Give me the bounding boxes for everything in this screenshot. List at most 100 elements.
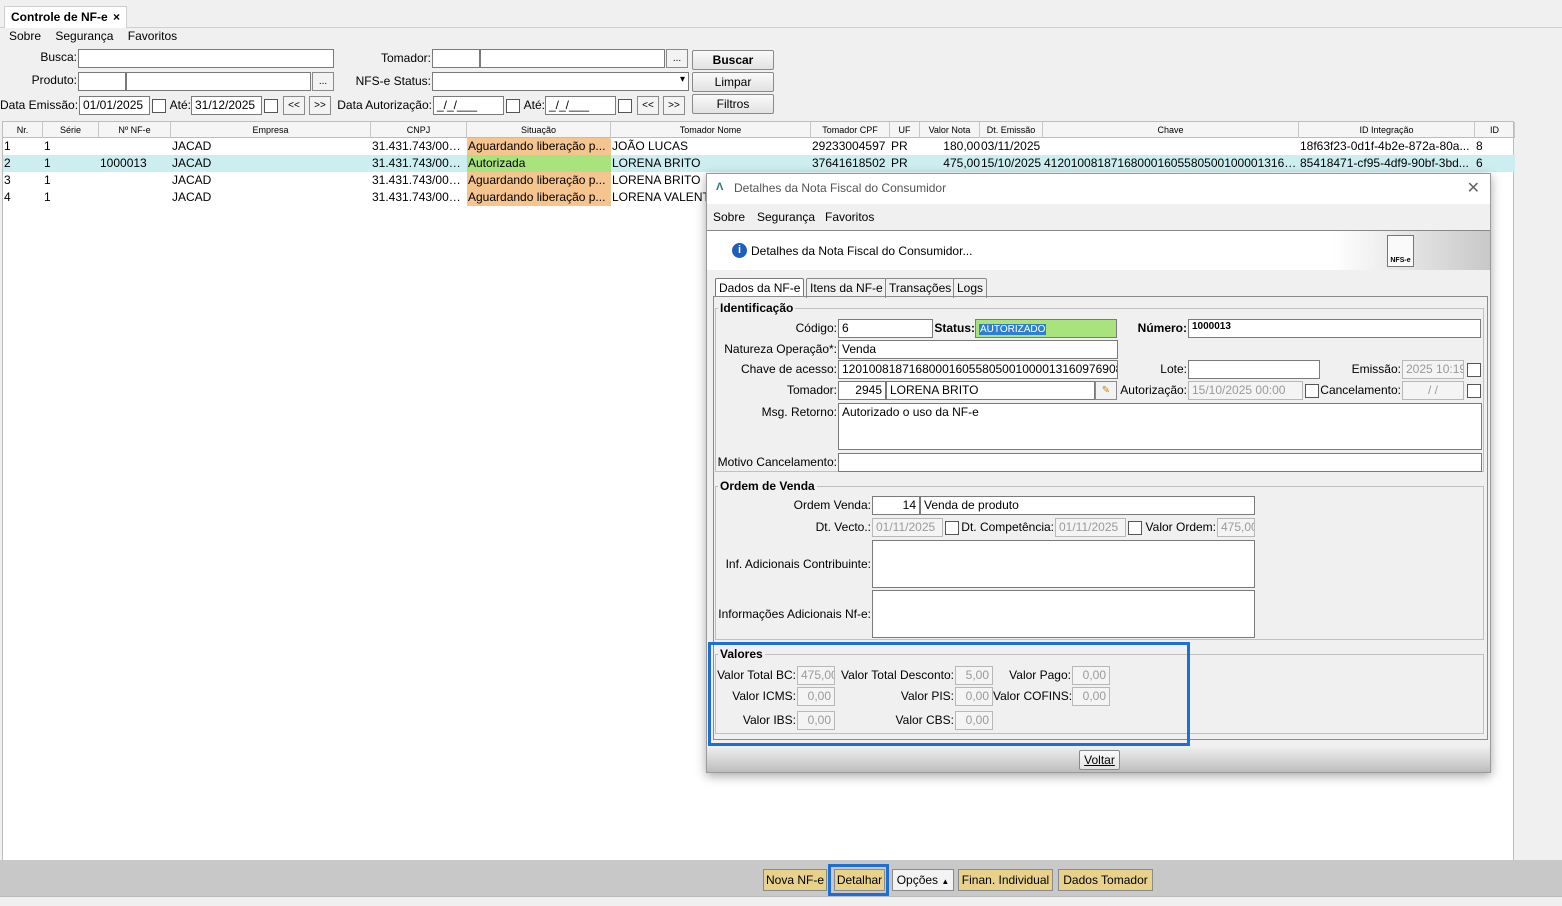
cancelamento-label: Cancelamento: <box>1320 383 1401 397</box>
prev-period-button-2[interactable]: << <box>637 96 659 115</box>
codigo-label: Código: <box>795 321 837 335</box>
dialog-menu-seguranca[interactable]: Segurança <box>757 210 815 224</box>
menu-bar: Sobre Segurança Favoritos <box>0 29 1562 47</box>
dialog-menu-favoritos[interactable]: Favoritos <box>825 210 874 224</box>
ordem-desc-input[interactable]: Venda de produto <box>920 496 1255 515</box>
column-header[interactable]: Tomador CPF <box>811 122 890 138</box>
nfse-status-select[interactable]: ▾ <box>432 72 689 91</box>
cell-nfe: 1000013 <box>100 156 147 170</box>
produto-code-input[interactable] <box>78 72 126 91</box>
column-header[interactable]: UF <box>890 122 920 138</box>
calendar-icon[interactable] <box>152 99 166 113</box>
natureza-input[interactable]: Venda <box>838 340 1118 359</box>
tomador-code-input[interactable] <box>432 49 480 68</box>
produto-lookup-button[interactable]: ... <box>312 72 334 91</box>
menu-seguranca[interactable]: Segurança <box>55 29 113 43</box>
filtros-button[interactable]: Filtros <box>692 94 774 114</box>
codigo-input[interactable]: 6 <box>838 319 933 338</box>
table-row[interactable]: 1 1 JACAD 31.431.743/0001... Aguardando … <box>3 138 1515 155</box>
cell-cpf: 37641618502 <box>812 156 886 170</box>
calendar-icon[interactable] <box>1128 521 1142 535</box>
competencia-input[interactable]: 01/11/2025 <box>1055 518 1126 537</box>
tab-controle-nfe[interactable]: Controle de NF-e × <box>4 6 128 28</box>
buscar-button[interactable]: Buscar <box>692 50 774 70</box>
cell-nr: 4 <box>4 190 11 204</box>
calendar-icon[interactable] <box>1305 384 1319 398</box>
inf-contrib-label: Inf. Adicionais Contribuinte: <box>725 557 871 571</box>
column-header[interactable]: Valor Nota <box>920 122 980 138</box>
column-header[interactable]: Série <box>43 122 99 138</box>
data-emissao-de-input[interactable]: 01/01/2025 <box>79 96 150 115</box>
tomador-name-input[interactable]: LORENA BRITO <box>886 381 1095 400</box>
tab-itens-nfe[interactable]: Itens da NF-e <box>806 278 887 298</box>
cell-serie: 1 <box>44 139 51 153</box>
nova-nfe-button[interactable]: Nova NF-e <box>763 869 827 891</box>
column-header[interactable]: Nr. <box>3 122 43 138</box>
column-header[interactable]: Tomador Nome <box>611 122 811 138</box>
inf-contrib-textarea[interactable] <box>872 540 1255 588</box>
column-header[interactable]: Chave <box>1043 122 1299 138</box>
tomador-name-input[interactable] <box>480 49 665 68</box>
data-emissao-ate-input[interactable]: 31/12/2025 <box>191 96 262 115</box>
tab-transacoes[interactable]: Transações <box>885 278 956 298</box>
vecto-input[interactable]: 01/11/2025 <box>872 518 943 537</box>
next-period-button[interactable]: >> <box>309 96 331 115</box>
dialog-menu-sobre[interactable]: Sobre <box>713 210 745 224</box>
opcoes-button[interactable]: Opções ▲ <box>892 869 954 891</box>
calendar-icon[interactable] <box>1467 384 1481 398</box>
autorizacao-input[interactable]: 15/10/2025 00:00 <box>1188 381 1303 400</box>
close-icon[interactable]: ✕ <box>1467 178 1480 198</box>
calendar-icon[interactable] <box>618 99 632 113</box>
column-header[interactable]: ID Integração <box>1299 122 1475 138</box>
cell-valor: 180,00 <box>943 139 980 153</box>
data-autorizacao-de-input[interactable]: _/_/___ <box>433 96 504 115</box>
column-header[interactable]: Nº NF-e <box>99 122 171 138</box>
cell-nr: 2 <box>4 156 11 170</box>
status-input[interactable]: AUTORIZADO <box>975 319 1117 338</box>
calendar-icon[interactable] <box>945 521 959 535</box>
cancelamento-input[interactable]: / / <box>1402 381 1464 400</box>
data-autorizacao-ate-input[interactable]: _/_/___ <box>545 96 616 115</box>
calendar-icon[interactable] <box>264 99 278 113</box>
lote-input[interactable] <box>1188 360 1320 379</box>
table-row-selected[interactable]: 2 1 1000013 JACAD 31.431.743/0001... Aut… <box>3 155 1515 172</box>
busca-input[interactable] <box>78 49 334 68</box>
calendar-icon[interactable] <box>1467 363 1481 377</box>
column-header[interactable]: ID <box>1475 122 1515 138</box>
ordem-num-input[interactable]: 14 <box>872 496 920 515</box>
motivo-input[interactable] <box>838 453 1482 472</box>
prev-period-button[interactable]: << <box>283 96 305 115</box>
inf-nfe-textarea[interactable] <box>872 590 1255 638</box>
produto-name-input[interactable] <box>126 72 311 91</box>
calendar-icon[interactable] <box>506 99 520 113</box>
cell-tomador: LORENA BRITO <box>612 156 701 170</box>
document-icon-label: NFS-e <box>1390 257 1411 264</box>
numero-input[interactable]: 1000013 <box>1188 319 1481 338</box>
close-icon[interactable]: × <box>113 10 120 24</box>
tomador-code-input[interactable]: 2945 <box>838 381 886 400</box>
column-header[interactable]: Empresa <box>171 122 371 138</box>
valor-ordem-input[interactable]: 475,00 <box>1217 518 1255 537</box>
dados-tomador-button[interactable]: Dados Tomador <box>1058 869 1153 891</box>
emissao-input[interactable]: 2025 10:19 <box>1402 360 1464 379</box>
menu-favoritos[interactable]: Favoritos <box>128 29 177 43</box>
limpar-button[interactable]: Limpar <box>692 72 774 92</box>
cell-uf: PR <box>891 139 908 153</box>
column-header[interactable]: Dt. Emissão <box>980 122 1043 138</box>
finan-individual-button[interactable]: Finan. Individual <box>958 869 1053 891</box>
tab-logs[interactable]: Logs <box>953 278 988 298</box>
cell-chave: 412010081871680001605580500100001316097.… <box>1044 156 1299 170</box>
chave-input[interactable]: 1201008187168000160558050010000131609769… <box>838 360 1118 379</box>
menu-sobre[interactable]: Sobre <box>9 29 41 43</box>
app-logo-icon: Λ <box>716 181 724 193</box>
tomador-lookup-button[interactable]: ... <box>666 49 688 68</box>
column-header[interactable]: Situação <box>467 122 611 138</box>
voltar-button[interactable]: Voltar <box>1079 750 1120 770</box>
column-header[interactable]: CNPJ <box>371 122 467 138</box>
next-period-button-2[interactable]: >> <box>663 96 685 115</box>
cell-situacao: Autorizada <box>467 155 611 172</box>
msg-textarea[interactable]: Autorizado o uso da NF-e <box>838 403 1482 450</box>
tab-dados-nfe[interactable]: Dados da NF-e <box>715 278 805 297</box>
busca-label: Busca: <box>40 50 77 64</box>
edit-pencil-icon[interactable]: ✎ <box>1095 381 1117 400</box>
